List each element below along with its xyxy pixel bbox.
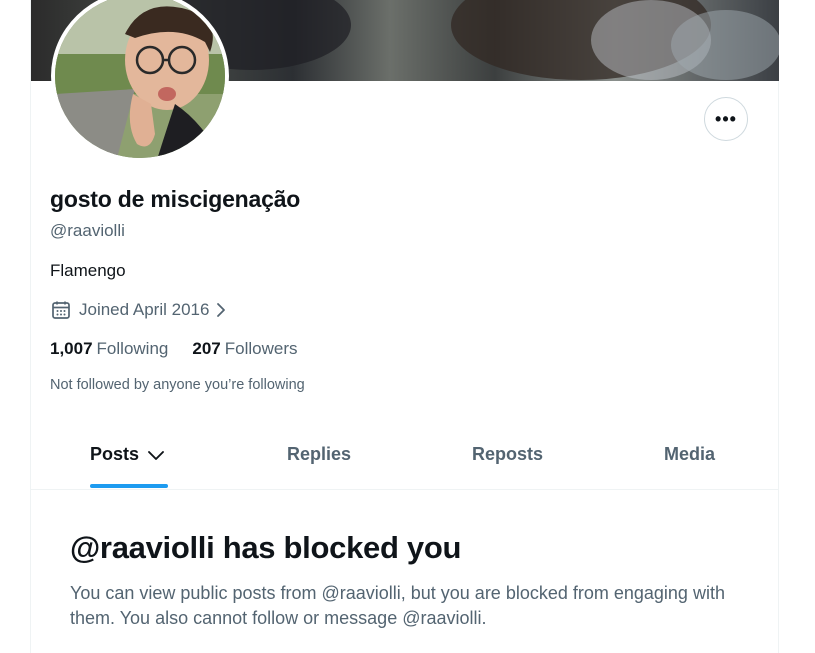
tab-posts-label: Posts bbox=[90, 444, 140, 464]
tab-replies[interactable]: Replies bbox=[287, 444, 351, 465]
tab-replies-label: Replies bbox=[287, 444, 352, 464]
more-button[interactable]: ••• bbox=[704, 97, 748, 141]
profile-tabs: Posts Replies Reposts Media bbox=[31, 430, 779, 490]
tab-posts[interactable]: Posts bbox=[90, 444, 165, 465]
chevron-right-icon bbox=[215, 301, 227, 319]
followers-link[interactable]: 207 Followers bbox=[192, 339, 297, 359]
followers-label: Followers bbox=[224, 339, 298, 358]
tab-reposts-label: Reposts bbox=[472, 444, 544, 464]
profile-column: ••• gosto de miscigenação @raaviolli Fla… bbox=[30, 0, 779, 653]
follow-stats: 1,007 Following 207 Followers bbox=[50, 339, 297, 359]
blocked-title: @raaviolli has blocked you bbox=[70, 530, 462, 565]
avatar[interactable] bbox=[51, 0, 229, 162]
joined-date[interactable]: Joined April 2016 bbox=[50, 299, 227, 321]
chevron-down-icon bbox=[147, 449, 165, 461]
tab-media-label: Media bbox=[664, 444, 716, 464]
following-count: 1,007 bbox=[50, 339, 93, 358]
following-label: Following bbox=[96, 339, 169, 358]
following-link[interactable]: 1,007 Following bbox=[50, 339, 168, 359]
blocked-message: You can view public posts from @raavioll… bbox=[70, 583, 725, 628]
calendar-icon bbox=[50, 299, 72, 321]
handle: @raaviolli bbox=[50, 221, 125, 240]
more-icon: ••• bbox=[715, 109, 737, 129]
active-tab-indicator bbox=[90, 484, 168, 488]
followers-count: 207 bbox=[192, 339, 221, 358]
display-name: gosto de miscigenação bbox=[50, 186, 301, 212]
joined-label: Joined April 2016 bbox=[79, 300, 210, 319]
tab-reposts[interactable]: Reposts bbox=[472, 444, 543, 465]
tab-media[interactable]: Media bbox=[664, 444, 715, 465]
bio: Flamengo bbox=[50, 261, 126, 280]
not-followed-note: Not followed by anyone you’re following bbox=[50, 377, 305, 393]
